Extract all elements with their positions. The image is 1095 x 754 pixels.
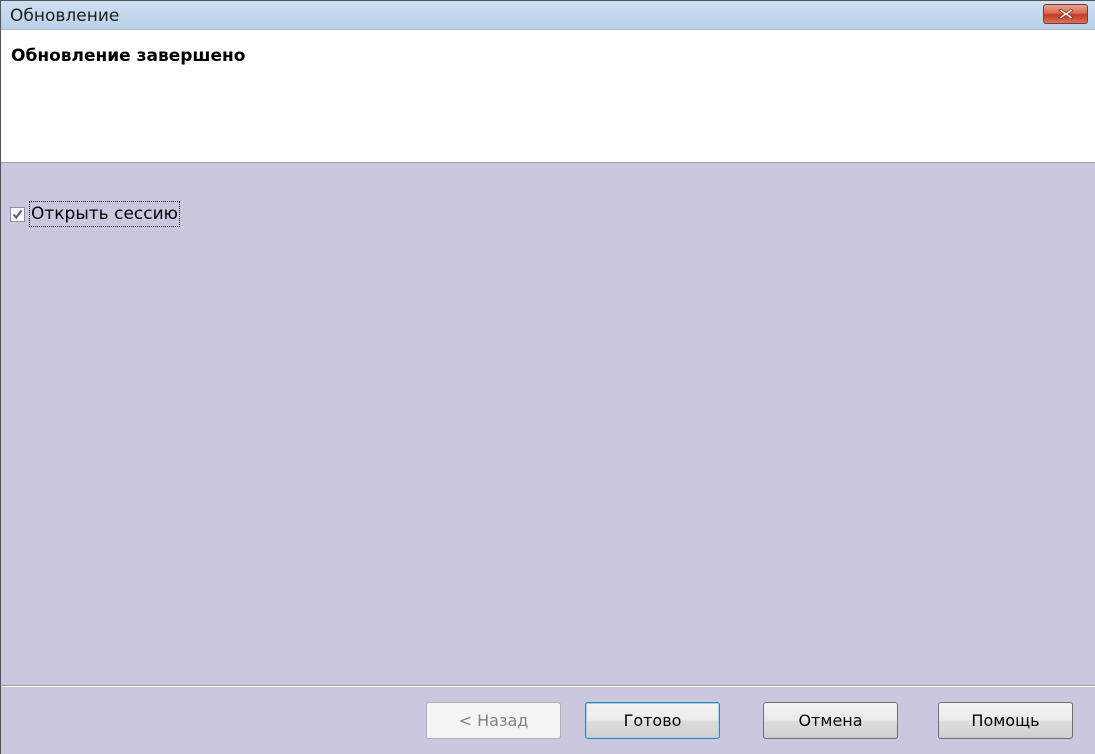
open-session-option[interactable]: Открыть сессию: [10, 200, 180, 228]
help-button[interactable]: Помощь: [938, 702, 1073, 739]
window-title: Обновление: [10, 6, 120, 26]
open-session-checkbox[interactable]: [10, 205, 25, 224]
cancel-button[interactable]: Отмена: [763, 702, 898, 739]
open-session-label[interactable]: Открыть сессию: [29, 201, 180, 227]
back-button[interactable]: < Назад: [426, 702, 561, 739]
title-bar[interactable]: Обновление: [1, 1, 1095, 30]
checkmark-icon: [12, 205, 23, 224]
close-icon: [1057, 8, 1074, 20]
close-button[interactable]: [1043, 4, 1088, 24]
finish-button[interactable]: Готово: [585, 702, 720, 739]
footer-divider-highlight: [1, 686, 1095, 687]
update-dialog: Обновление Обновление завершено Открыть …: [0, 0, 1095, 754]
page-title: Обновление завершено: [11, 46, 246, 66]
